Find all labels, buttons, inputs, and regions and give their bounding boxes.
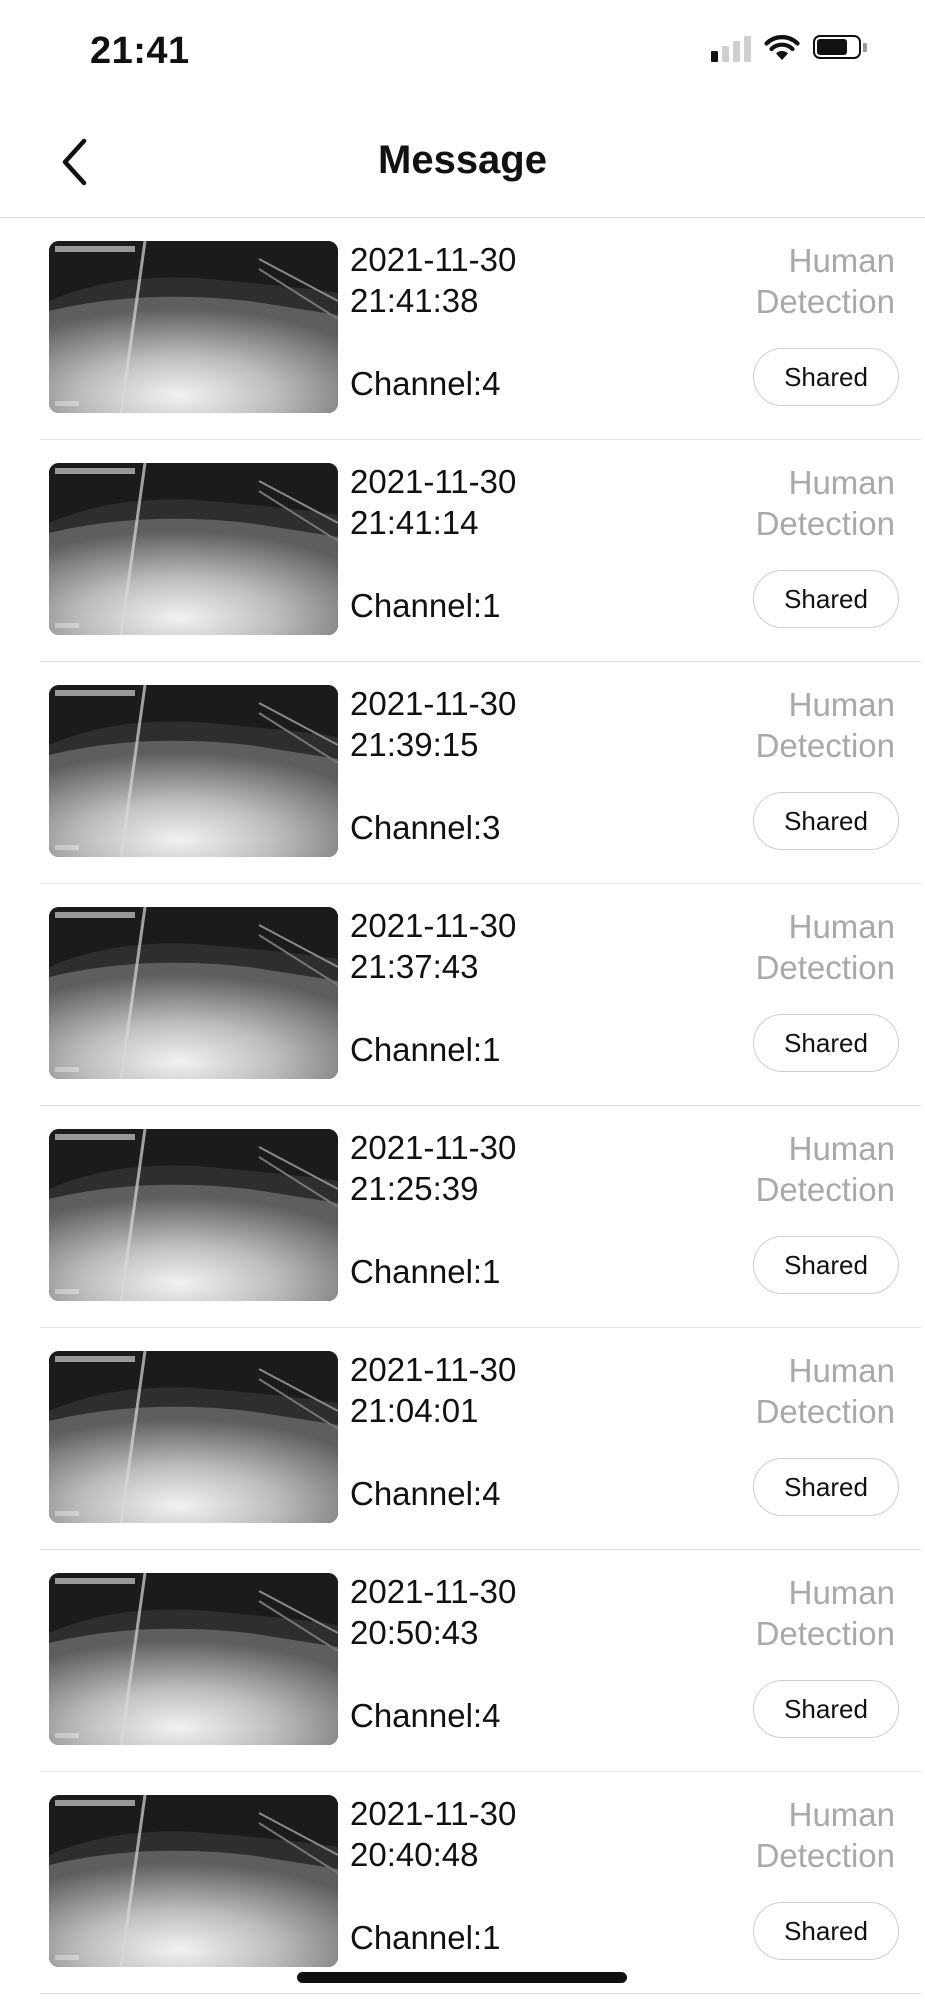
detection-type-line2: Detection [755,949,895,986]
message-date: 2021-11-30 [350,1573,517,1610]
message-list: 2021-11-30 21:41:38 Channel:4 Human Dete… [0,218,925,1994]
detection-type-line1: Human [788,464,895,501]
message-date: 2021-11-30 [350,1129,517,1166]
status-bar: 21:41 [0,0,925,108]
message-channel: Channel:4 [350,365,501,402]
message-date: 2021-11-30 [350,907,517,944]
shared-button[interactable]: Shared [753,1014,899,1072]
shared-button[interactable]: Shared [753,792,899,850]
message-item[interactable]: 2021-11-30 21:41:38 Channel:4 Human Dete… [40,218,921,440]
cellular-signal-icon [711,34,751,62]
message-time: 21:37:43 [350,948,479,985]
message-channel: Channel:4 [350,1697,501,1734]
message-channel: Channel:1 [350,587,501,624]
message-time: 20:40:48 [350,1836,479,1873]
camera-snapshot-thumbnail[interactable] [49,907,338,1079]
detection-type-line2: Detection [755,1393,895,1430]
message-item[interactable]: 2021-11-30 21:04:01 Channel:4 Human Dete… [40,1328,921,1550]
detection-type-line1: Human [788,1352,895,1389]
detection-type-line1: Human [788,1796,895,1833]
shared-button[interactable]: Shared [753,1680,899,1738]
message-item[interactable]: 2021-11-30 20:40:48 Channel:1 Human Dete… [40,1772,921,1994]
detection-type: Human Detection [695,1794,895,1876]
detection-type-line2: Detection [755,1615,895,1652]
message-time: 21:39:15 [350,726,479,763]
camera-snapshot-thumbnail[interactable] [49,1351,338,1523]
message-channel: Channel:1 [350,1919,501,1956]
message-date: 2021-11-30 [350,463,517,500]
message-time: 21:25:39 [350,1170,479,1207]
message-date: 2021-11-30 [350,685,517,722]
message-channel: Channel:1 [350,1031,501,1068]
detection-type-line2: Detection [755,727,895,764]
detection-type-line2: Detection [755,505,895,542]
message-channel: Channel:4 [350,1475,501,1512]
message-date: 2021-11-30 [350,1351,517,1388]
detection-type-line2: Detection [755,1171,895,1208]
shared-button[interactable]: Shared [753,1902,899,1960]
detection-type-line2: Detection [755,283,895,320]
message-item[interactable]: 2021-11-30 21:41:14 Channel:1 Human Dete… [40,440,921,662]
wifi-icon [764,35,800,60]
detection-type-line1: Human [788,908,895,945]
detection-type: Human Detection [695,1572,895,1654]
detection-type-line1: Human [788,1574,895,1611]
message-time: 21:04:01 [350,1392,479,1429]
detection-type: Human Detection [695,240,895,322]
detection-type-line1: Human [788,242,895,279]
message-item[interactable]: 2021-11-30 20:50:43 Channel:4 Human Dete… [40,1550,921,1772]
camera-snapshot-thumbnail[interactable] [49,463,338,635]
detection-type-line1: Human [788,1130,895,1167]
message-date: 2021-11-30 [350,241,517,278]
message-item[interactable]: 2021-11-30 21:37:43 Channel:1 Human Dete… [40,884,921,1106]
detection-type-line2: Detection [755,1837,895,1874]
shared-button[interactable]: Shared [753,1236,899,1294]
camera-snapshot-thumbnail[interactable] [49,685,338,857]
message-item[interactable]: 2021-11-30 21:39:15 Channel:3 Human Dete… [40,662,921,884]
message-channel: Channel:3 [350,809,501,846]
message-channel: Channel:1 [350,1253,501,1290]
status-time: 21:41 [90,30,190,72]
shared-button[interactable]: Shared [753,1458,899,1516]
message-time: 20:50:43 [350,1614,479,1651]
detection-type: Human Detection [695,1350,895,1432]
detection-type: Human Detection [695,1128,895,1210]
camera-snapshot-thumbnail[interactable] [49,241,338,413]
page-title: Message [378,138,547,182]
status-icons [711,34,867,62]
detection-type: Human Detection [695,684,895,766]
camera-snapshot-thumbnail[interactable] [49,1573,338,1745]
battery-icon [813,35,867,61]
shared-button[interactable]: Shared [753,570,899,628]
navigation-bar: Message [0,108,925,218]
message-date: 2021-11-30 [350,1795,517,1832]
home-indicator [297,1972,627,1983]
message-time: 21:41:38 [350,282,479,319]
detection-type: Human Detection [695,906,895,988]
camera-snapshot-thumbnail[interactable] [49,1129,338,1301]
camera-snapshot-thumbnail[interactable] [49,1795,338,1967]
message-time: 21:41:14 [350,504,479,541]
detection-type: Human Detection [695,462,895,544]
shared-button[interactable]: Shared [753,348,899,406]
message-screen: 21:41 Message 2021-11-30 21:41:38 Channe… [0,0,925,2000]
detection-type-line1: Human [788,686,895,723]
message-item[interactable]: 2021-11-30 21:25:39 Channel:1 Human Dete… [40,1106,921,1328]
